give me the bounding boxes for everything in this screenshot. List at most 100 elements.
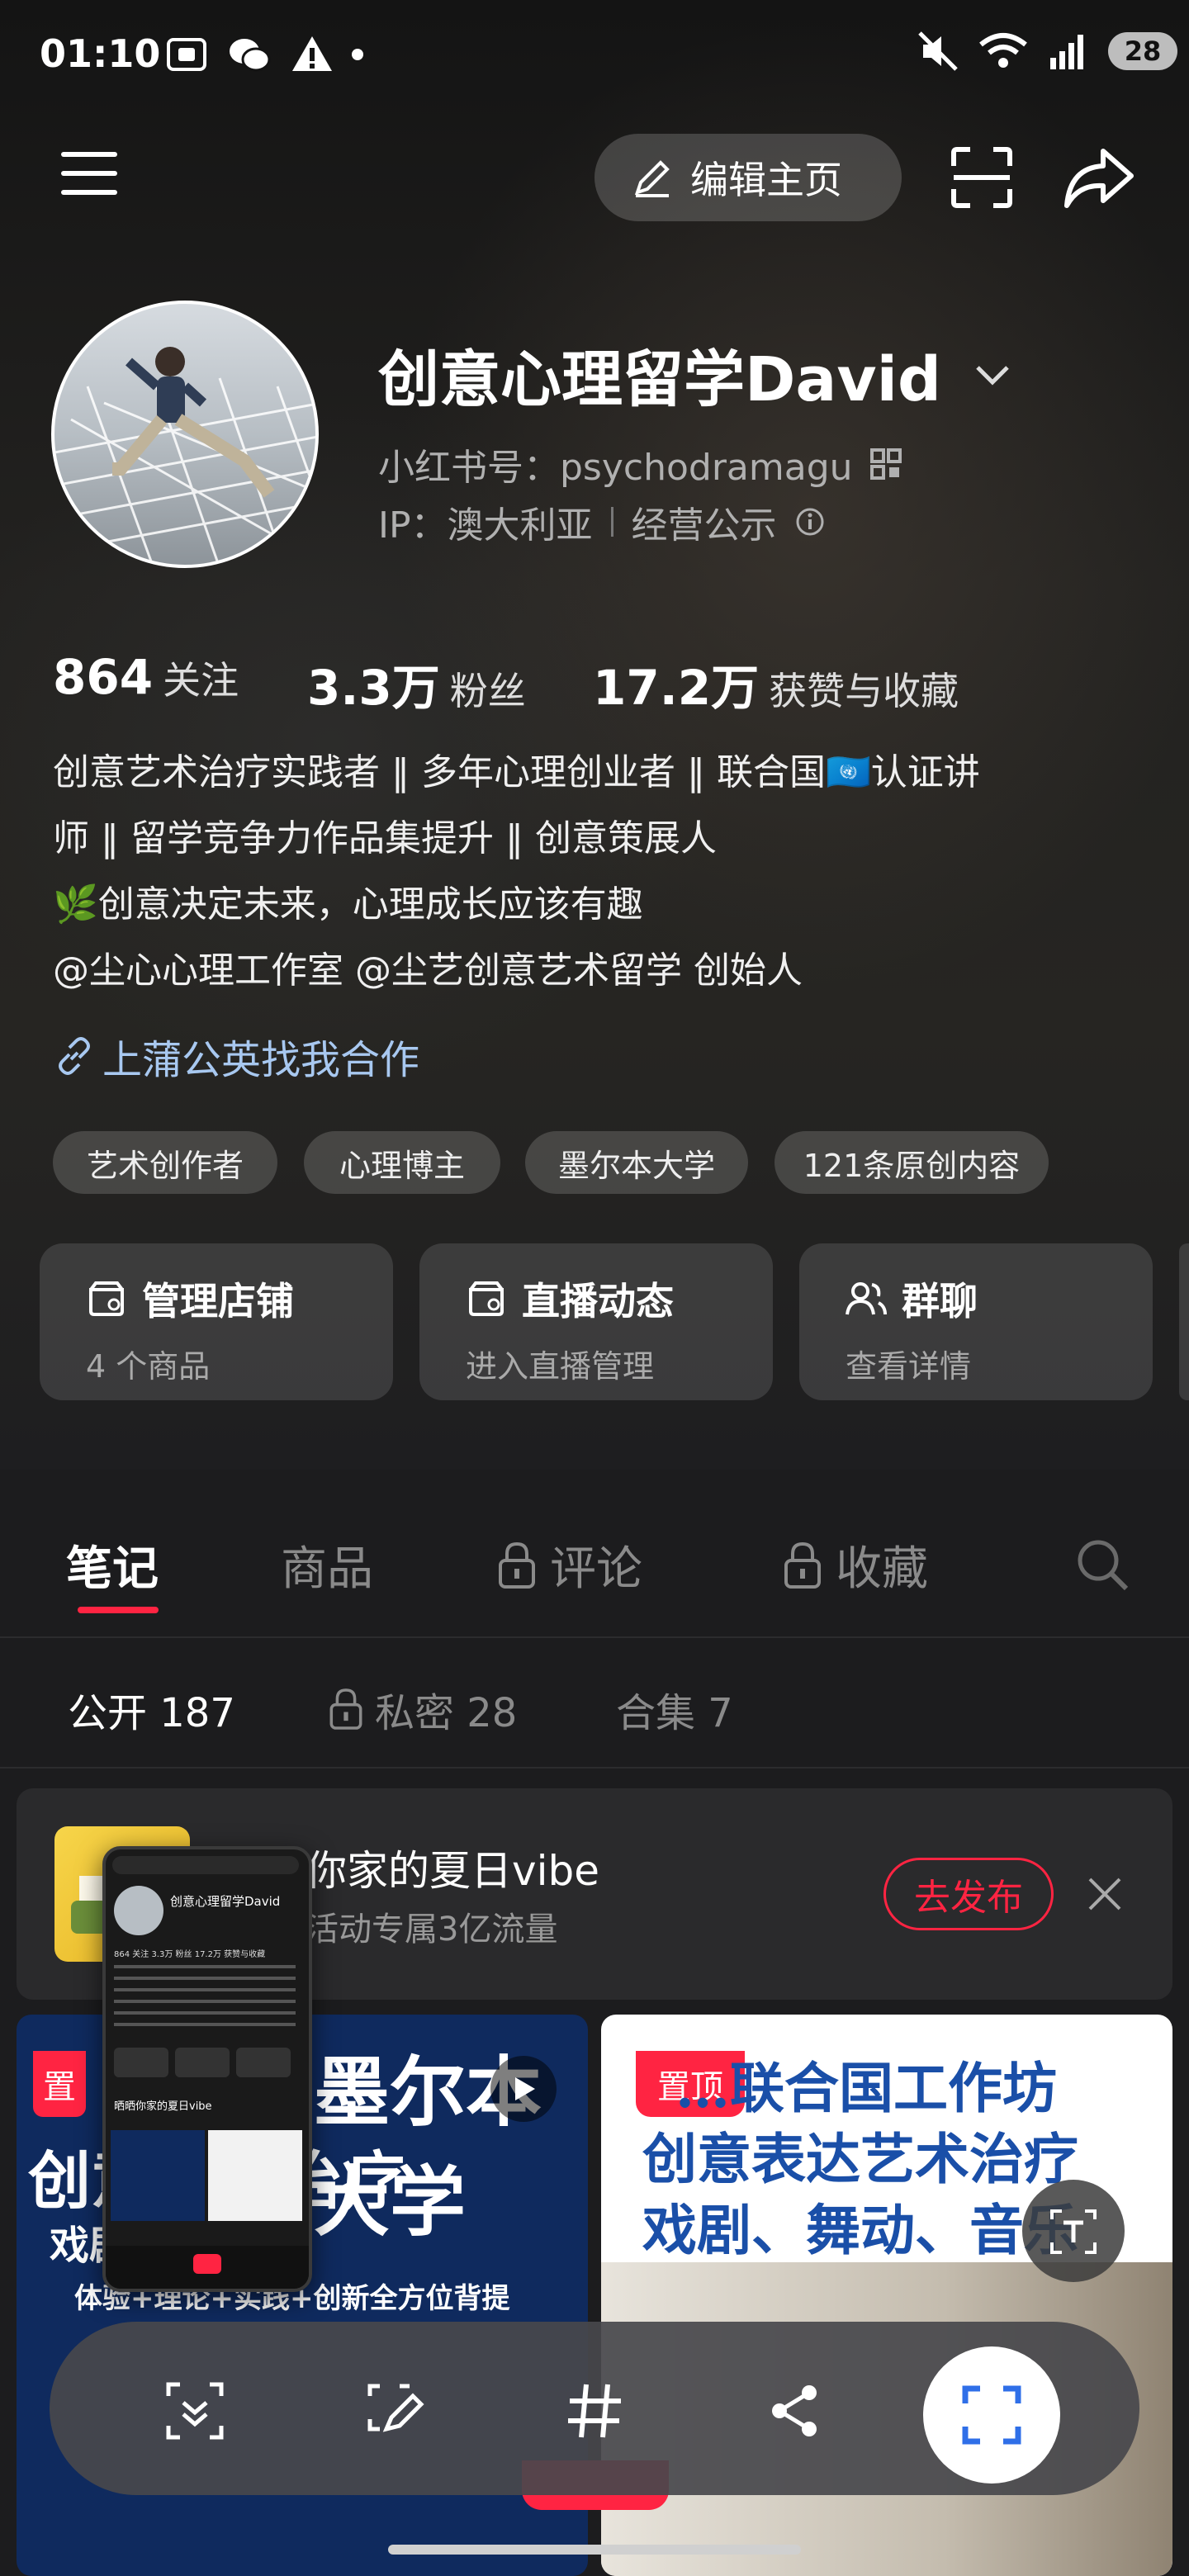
search-icon[interactable] [1075, 1537, 1131, 1597]
card-manage-store[interactable]: 管理店铺 4 个商品 [40, 1243, 393, 1400]
capture-button[interactable] [923, 2346, 1060, 2484]
card-subtitle: 4 个商品 [86, 1348, 211, 1385]
subtab-label: 私密 28 [375, 1690, 518, 1736]
thumbnail-stats: 864 关注 3.3万 粉丝 17.2万 获赞与收藏 [114, 1950, 266, 1959]
subtab-label: 合集 7 [616, 1690, 733, 1736]
avatar-photo [54, 347, 315, 565]
live-icon [469, 1281, 504, 1316]
subtab-private[interactable]: 私密 28 [327, 1680, 517, 1738]
tag-university[interactable]: 墨尔本大学 [525, 1131, 748, 1194]
screenshot-icon [167, 38, 206, 71]
publish-button[interactable]: 去发布 [883, 1858, 1054, 1930]
thumbnail-topbar [112, 1856, 299, 1874]
subtab-label: 公开 187 [68, 1690, 235, 1736]
text-scan-icon [1050, 2209, 1097, 2254]
qr-code-icon[interactable] [869, 447, 902, 481]
home-indicator[interactable] [388, 2545, 801, 2555]
store-icon [89, 1281, 124, 1316]
status-system-icons: 28 [917, 30, 1177, 73]
bio: 创意艺术治疗实践者 ‖ 多年心理创业者 ‖ 联合国🇺🇳认证讲 师 ‖ 留学竞争力… [53, 740, 1143, 1004]
subtab-public[interactable]: 公开 187 [68, 1680, 235, 1738]
text-recognition-button[interactable] [1022, 2180, 1125, 2282]
tag-original-content[interactable]: 121条原创内容 [775, 1131, 1049, 1194]
card-title: 管理店铺 [142, 1279, 294, 1324]
profile-id: 小红书号：psychodramagu [378, 447, 853, 489]
card-title: 群聊 [902, 1279, 978, 1324]
profile-name-row: 创意心理留学David [378, 330, 1011, 419]
bio-line[interactable]: @尘心心理工作室 @尘艺创意艺术留学 创始人 [53, 938, 1143, 1004]
stat-following[interactable]: 864 关注 [53, 649, 239, 705]
scan-icon[interactable] [946, 142, 1017, 213]
battery-indicator: 28 [1108, 32, 1177, 70]
share-screenshot-icon[interactable] [753, 2370, 836, 2452]
divider [0, 1767, 1189, 1769]
thumbnail-bio [114, 1965, 296, 2034]
stat-label: 获赞与收藏 [769, 669, 959, 713]
tab-label: 笔记 [66, 1542, 159, 1596]
card-subtitle: 进入直播管理 [466, 1348, 655, 1385]
thumbnail-name: 创意心理留学David [170, 1894, 281, 1909]
card-group-chat[interactable]: 群聊 查看详情 [799, 1243, 1153, 1400]
divider [610, 507, 613, 537]
share-icon[interactable] [1062, 142, 1136, 213]
menu-icon[interactable] [50, 140, 129, 206]
profile-id-row: 小红书号：psychodramagu [378, 438, 902, 490]
note-cover-title: …联合国工作坊 [675, 2056, 1057, 2120]
stat-likes[interactable]: 17.2万 获赞与收藏 [593, 649, 959, 718]
thumbnail-note [208, 2130, 302, 2221]
tab-label: 收藏 [836, 1542, 928, 1596]
collaboration-link[interactable]: 上蒲公英找我合作 [53, 1027, 419, 1085]
tab-comments[interactable]: 评论 [495, 1532, 642, 1598]
banner-title: 你家的夏日vibe [306, 1847, 599, 1895]
avatar[interactable] [51, 301, 319, 568]
divider [0, 1636, 1189, 1638]
profile-name: 创意心理留学David [378, 344, 941, 415]
tab-label: 商品 [281, 1542, 373, 1596]
screenshot-thumbnail[interactable]: 创意心理留学David 864 关注 3.3万 粉丝 17.2万 获赞与收藏 晒… [102, 1846, 312, 2292]
thumbnail-card [236, 2048, 291, 2077]
stat-value: 864 [53, 649, 154, 705]
close-icon[interactable] [1085, 1874, 1125, 1917]
subtab-albums[interactable]: 合集 7 [616, 1680, 733, 1738]
status-notification-icons [165, 33, 363, 76]
play-icon [490, 2056, 557, 2122]
stat-value: 3.3万 [307, 660, 440, 716]
tab-active-indicator [78, 1607, 159, 1613]
profile-ip-row: IP：澳大利亚 经营公示 [378, 495, 825, 548]
tab-label: 评论 [550, 1542, 642, 1596]
tag-artist[interactable]: 艺术创作者 [53, 1131, 277, 1194]
tag-psychology-blogger[interactable]: 心理博主 [304, 1131, 500, 1194]
info-icon[interactable] [795, 507, 825, 537]
business-disclosure-link[interactable]: 经营公示 [632, 495, 777, 548]
pin-badge: 置 [33, 2051, 86, 2117]
stat-followers[interactable]: 3.3万 粉丝 [307, 649, 526, 718]
scroll-capture-icon[interactable] [154, 2370, 236, 2452]
card-title: 直播动态 [522, 1279, 674, 1324]
thumbnail-note [111, 2130, 205, 2221]
status-time: 01:10 [40, 31, 161, 76]
tab-products[interactable]: 商品 [281, 1532, 373, 1598]
thumbnail-avatar [114, 1886, 163, 1935]
bio-line: 创意艺术治疗实践者 ‖ 多年心理创业者 ‖ 联合国🇺🇳认证讲 [53, 751, 980, 793]
lock-icon [329, 1688, 362, 1730]
thumbnail-bottom-nav [106, 2246, 309, 2289]
collaboration-link-label: 上蒲公英找我合作 [102, 1037, 420, 1083]
wifi-icon [979, 33, 1027, 68]
edit-profile-label: 编辑主页 [690, 158, 842, 202]
hashtag-icon[interactable] [553, 2370, 636, 2452]
thumbnail-banner: 晒晒你家的夏日vibe [114, 2100, 212, 2113]
edit-screenshot-icon[interactable] [353, 2370, 436, 2452]
pencil-icon [634, 160, 670, 197]
card-live[interactable]: 直播动态 进入直播管理 [419, 1243, 773, 1400]
wechat-icon [230, 39, 271, 72]
stat-label: 粉丝 [449, 669, 526, 713]
edit-profile-button[interactable]: 编辑主页 [594, 134, 902, 221]
bio-line: 🌿创意决定未来，心理成长应该有趣 [53, 883, 643, 926]
ip-location: IP：澳大利亚 [378, 504, 593, 547]
link-icon [59, 1037, 90, 1075]
chevron-down-icon[interactable] [974, 362, 1011, 387]
capture-icon [962, 2385, 1021, 2445]
card-subtitle: 查看详情 [846, 1348, 972, 1385]
tab-collections[interactable]: 收藏 [781, 1532, 928, 1598]
tab-notes[interactable]: 笔记 [66, 1532, 159, 1598]
